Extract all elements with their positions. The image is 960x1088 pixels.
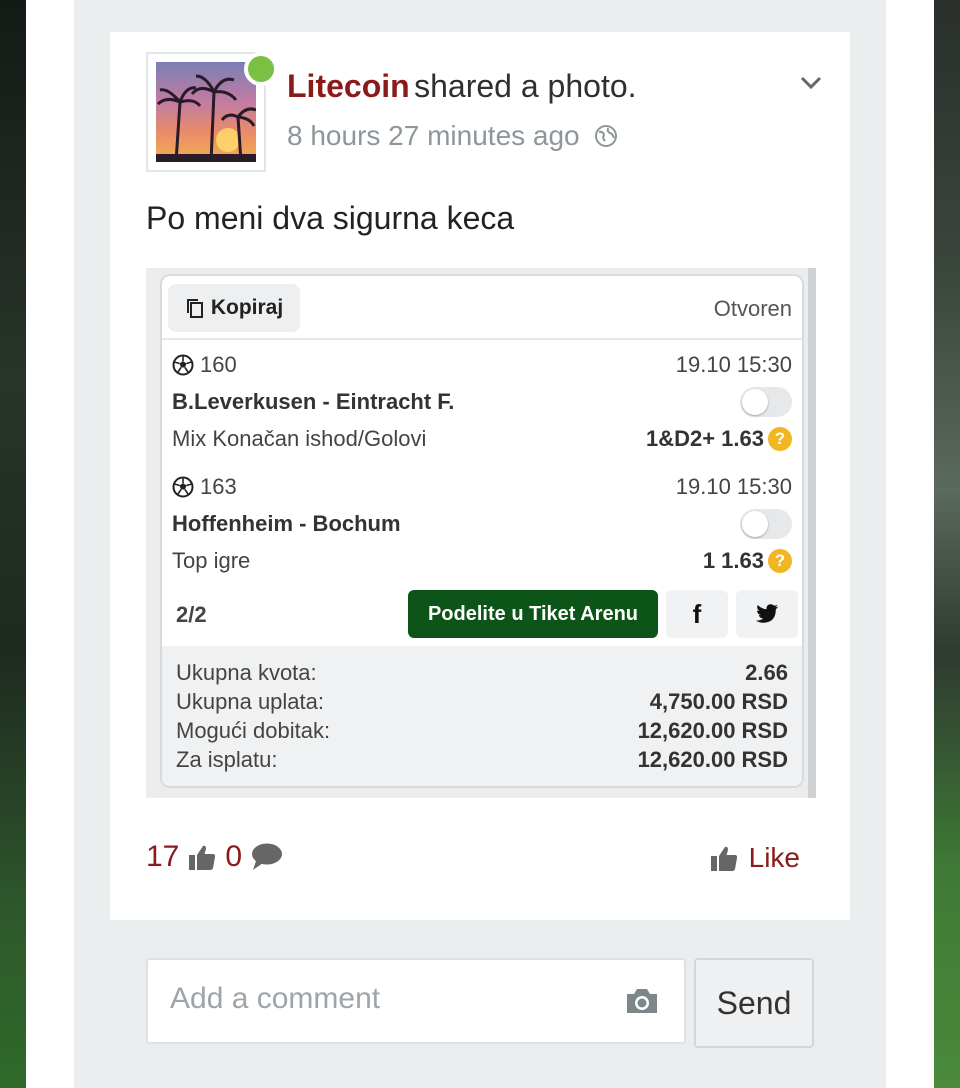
online-status-icon (244, 52, 278, 86)
background-left (0, 0, 26, 1088)
match-odds: 1&D2+ 1.63 (645, 425, 764, 451)
total-value: 12,620.00 RSD (637, 718, 788, 743)
timestamp-text: 8 hours 27 minutes ago (287, 120, 580, 151)
post-card: Litecoin shared a photo. 8 hours 27 minu… (110, 32, 850, 920)
match-teams: Hoffenheim - Bochum (172, 510, 401, 536)
avatar-image (156, 62, 256, 162)
comment-icon (252, 843, 283, 870)
globe-icon (594, 125, 617, 147)
twitter-button[interactable] (736, 590, 798, 638)
like-label: Like (748, 842, 800, 873)
match-toggle[interactable] (740, 386, 792, 417)
camera-icon[interactable] (624, 986, 660, 1016)
total-row: Ukupna kvota: 2.66 (176, 660, 788, 689)
bet-ticket: Kopiraj Otvoren 160 19.10 15:30 B.Leverk… (160, 274, 804, 788)
total-row: Ukupna uplata: 4,750.00 RSD (176, 689, 788, 718)
match-market: Mix Konačan ishod/Golovi (172, 425, 427, 451)
match-datetime: 19.10 15:30 (675, 473, 792, 499)
match-number: 160 (200, 351, 237, 377)
copy-icon (186, 299, 203, 318)
total-value: 2.66 (745, 660, 788, 685)
ticket-totals: Ukupna kvota: 2.66 Ukupna uplata: 4,750.… (162, 646, 802, 786)
match-toggle[interactable] (740, 508, 792, 539)
page-frame: Litecoin shared a photo. 8 hours 27 minu… (26, 0, 934, 1088)
post-timestamp[interactable]: 8 hours 27 minutes ago (287, 120, 618, 152)
total-label: Ukupna uplata: (176, 689, 324, 714)
total-label: Za isplatu: (176, 747, 278, 772)
total-value: 12,620.00 RSD (637, 747, 788, 772)
photo-edge (808, 268, 816, 798)
question-icon[interactable]: ? (768, 548, 792, 573)
match-number: 163 (200, 473, 237, 499)
total-row: Za isplatu: 12,620.00 RSD (176, 747, 788, 776)
share-row: 2/2 Podelite u Tiket Arenu f (162, 590, 802, 646)
thumbs-up-icon (189, 845, 216, 870)
twitter-icon (755, 604, 778, 623)
comment-area: Add a comment Send (110, 920, 850, 1088)
total-row: Mogući dobitak: 12,620.00 RSD (176, 718, 788, 747)
post-action: shared a photo. (414, 68, 637, 104)
ticket-status: Otvoren (713, 296, 792, 321)
post-stats: 17 0 (146, 840, 284, 874)
post-photo[interactable]: Kopiraj Otvoren 160 19.10 15:30 B.Leverk… (146, 268, 816, 798)
comment-input[interactable]: Add a comment (146, 958, 686, 1044)
match-market: Top igre (172, 547, 251, 573)
chevron-down-icon[interactable] (796, 68, 826, 98)
soccer-ball-icon (172, 476, 194, 497)
match-datetime: 19.10 15:30 (675, 351, 792, 377)
soccer-ball-icon (172, 354, 194, 375)
facebook-icon: f (692, 598, 702, 629)
match-teams: B.Leverkusen - Eintracht F. (172, 388, 455, 414)
ticket-header: Kopiraj Otvoren (162, 276, 802, 340)
total-label: Mogući dobitak: (176, 718, 331, 743)
like-count[interactable]: 17 (146, 840, 179, 874)
facebook-button[interactable]: f (666, 590, 728, 638)
background-right (934, 0, 960, 1088)
send-button[interactable]: Send (694, 958, 814, 1048)
like-button[interactable]: Like (709, 842, 800, 874)
post-header: Litecoin shared a photo. (287, 68, 637, 105)
question-icon[interactable]: ? (768, 426, 792, 451)
copy-button[interactable]: Kopiraj (168, 284, 300, 332)
author-link[interactable]: Litecoin (287, 68, 410, 104)
total-value: 4,750.00 RSD (649, 689, 788, 714)
match-odds: 1 1.63 (702, 547, 764, 573)
ticket-count: 2/2 (176, 602, 207, 627)
avatar[interactable] (146, 52, 278, 172)
feed-column: Litecoin shared a photo. 8 hours 27 minu… (74, 0, 886, 1088)
comment-placeholder: Add a comment (170, 982, 381, 1015)
match-row: 160 19.10 15:30 B.Leverkusen - Eintracht… (172, 346, 792, 457)
share-arena-button[interactable]: Podelite u Tiket Arenu (408, 590, 658, 638)
copy-label: Kopiraj (210, 296, 284, 319)
thumbs-up-icon (710, 846, 737, 871)
match-row: 163 19.10 15:30 Hoffenheim - Bochum Top … (172, 468, 792, 579)
total-label: Ukupna kvota: (176, 660, 317, 685)
comment-count[interactable]: 0 (225, 840, 242, 874)
post-text: Po meni dva sigurna keca (146, 200, 515, 236)
